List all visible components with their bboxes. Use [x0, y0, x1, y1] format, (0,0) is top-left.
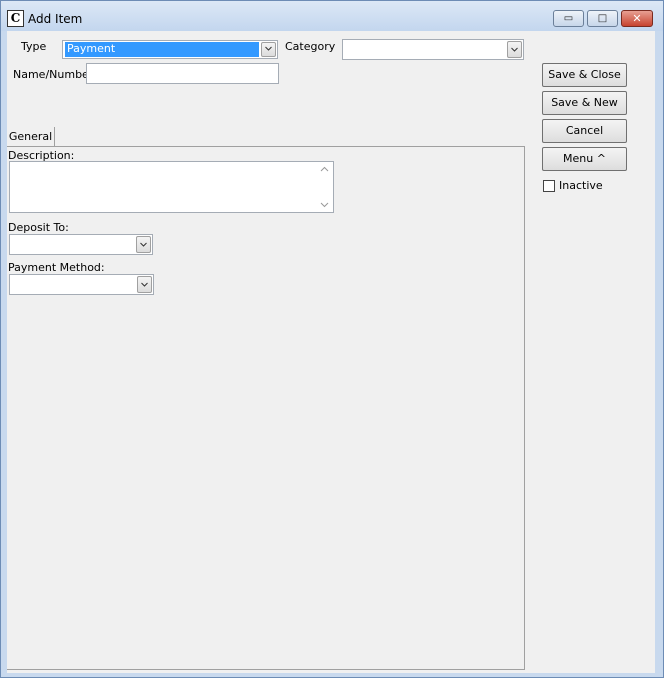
minimize-button[interactable]: ▭ — [553, 10, 584, 27]
deposit-to-value — [12, 236, 134, 253]
save-new-button[interactable]: Save & New — [542, 91, 627, 115]
chevron-down-icon — [265, 46, 272, 51]
menu-button[interactable]: Menu ^ — [542, 147, 627, 171]
scroll-down-icon[interactable] — [320, 202, 329, 208]
dialog-body: Type Payment Category Name/Number Save &… — [7, 31, 655, 673]
category-combobox[interactable] — [342, 39, 524, 60]
close-icon: ✕ — [632, 12, 642, 25]
name-number-input[interactable] — [86, 63, 279, 84]
payment-method-label: Payment Method: — [8, 261, 105, 274]
payment-method-combobox[interactable] — [9, 274, 154, 295]
inactive-label: Inactive — [559, 179, 603, 192]
category-dropdown-button[interactable] — [507, 41, 522, 58]
maximize-icon: □ — [597, 13, 608, 24]
maximize-button[interactable]: □ — [587, 10, 618, 27]
type-dropdown-button[interactable] — [261, 42, 276, 57]
description-textarea[interactable] — [9, 161, 334, 213]
payment-method-dropdown-button[interactable] — [137, 276, 152, 293]
payment-method-value — [12, 276, 135, 293]
name-number-label: Name/Number — [13, 68, 94, 81]
minimize-icon: ▭ — [563, 13, 574, 24]
save-close-button[interactable]: Save & Close — [542, 63, 627, 87]
description-scrollbar[interactable] — [318, 163, 332, 211]
type-combobox[interactable]: Payment — [62, 40, 278, 59]
deposit-to-dropdown-button[interactable] — [136, 236, 151, 253]
cancel-button[interactable]: Cancel — [542, 119, 627, 143]
chevron-down-icon — [140, 242, 147, 247]
tab-general[interactable]: General — [7, 127, 55, 147]
scroll-up-icon[interactable] — [320, 166, 329, 172]
app-icon: C — [7, 10, 24, 27]
window-title: Add Item — [28, 12, 83, 26]
general-tab-panel — [7, 146, 525, 670]
deposit-to-combobox[interactable] — [9, 234, 153, 255]
category-value — [345, 41, 505, 58]
chevron-down-icon — [141, 282, 148, 287]
category-label: Category — [285, 40, 336, 53]
add-item-window: C Add Item ▭ □ ✕ Type Payment Category N… — [0, 0, 664, 678]
title-bar[interactable]: C Add Item ▭ □ ✕ — [1, 1, 663, 31]
close-button[interactable]: ✕ — [621, 10, 653, 27]
chevron-down-icon — [511, 47, 518, 52]
deposit-to-label: Deposit To: — [8, 221, 69, 234]
type-value: Payment — [65, 42, 259, 57]
inactive-checkbox[interactable] — [543, 180, 555, 192]
type-label: Type — [21, 40, 47, 53]
